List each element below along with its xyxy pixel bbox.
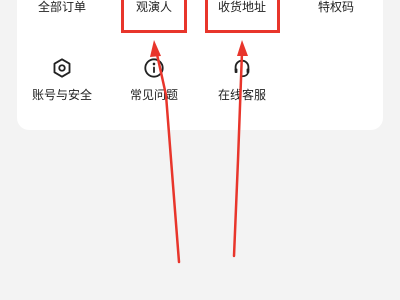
info-icon — [144, 58, 164, 78]
menu-item-label: 常见问题 — [129, 88, 178, 102]
menu-item-all-orders[interactable]: 全部订单 — [17, 0, 107, 14]
hexagon-settings-icon — [53, 58, 71, 78]
headset-icon — [234, 59, 250, 78]
highlight-box-audience — [121, 0, 187, 33]
menu-item-privilege-code[interactable]: 特权码 — [291, 0, 381, 14]
menu-item-online-service[interactable]: 在线客服 — [197, 57, 287, 102]
menu-item-account-security[interactable]: 账号与安全 — [17, 57, 107, 102]
highlight-box-shipping-address — [205, 0, 280, 33]
menu-item-label: 账号与安全 — [31, 88, 92, 102]
menu-item-faq[interactable]: 常见问题 — [109, 57, 199, 102]
screen: 全部订单 观演人 收货地址 特权码 账号与安全 常见问题 在线客服 — [0, 0, 400, 300]
menu-item-label: 在线客服 — [217, 88, 266, 102]
menu-item-label: 全部订单 — [37, 0, 86, 14]
menu-item-label: 特权码 — [317, 0, 354, 14]
